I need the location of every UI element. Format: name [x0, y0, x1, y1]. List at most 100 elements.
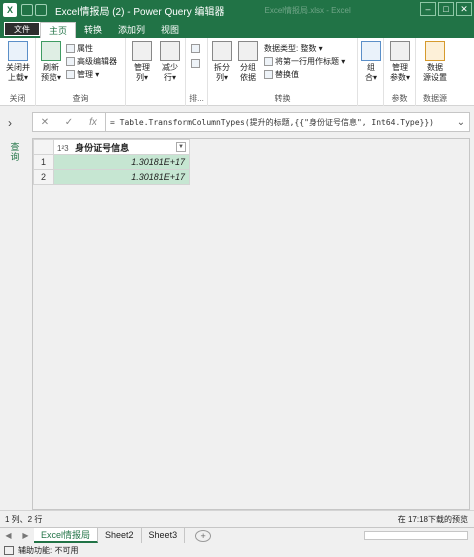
excel-icon: X [3, 3, 17, 17]
maximize-button[interactable]: □ [438, 2, 454, 16]
combine-icon [361, 41, 381, 61]
sort-descending-icon [191, 59, 200, 68]
split-column-button[interactable]: 拆分 列▾ [210, 41, 234, 83]
advanced-editor-icon [66, 57, 75, 66]
data-table: 1²3 身份证号信息 ▼ 1 1.30181E+17 2 1.30181E+17 [33, 139, 190, 185]
expand-formula-icon[interactable]: ⌄ [453, 117, 469, 128]
fx-icon[interactable]: fx [81, 117, 105, 128]
group-label-parameters: 参数 [391, 94, 408, 103]
tab-view[interactable]: 视图 [153, 22, 187, 38]
table-cell[interactable]: 1.30181E+17 [53, 169, 190, 185]
group-parameters: 管理 参数▾ 参数 [384, 38, 416, 106]
expand-queries-chevron-icon[interactable]: › [8, 116, 12, 130]
sheet-prev-icon[interactable]: ◀ [5, 531, 11, 540]
horizontal-scrollbar[interactable] [364, 531, 468, 540]
sheet-tab-sheet3[interactable]: Sheet3 [142, 528, 186, 543]
table-menu-icon[interactable] [33, 139, 54, 155]
cancel-formula-icon[interactable]: ✕ [33, 117, 57, 128]
manage-columns-button[interactable]: 管理 列▾ [129, 41, 155, 83]
quick-access-toolbar [21, 4, 49, 16]
group-by-button[interactable]: 分组 依据 [236, 41, 260, 83]
data-source-icon [425, 41, 445, 61]
group-label-data-source: 数据源 [423, 94, 447, 103]
refresh-preview-button[interactable]: 刷新 预览▾ [39, 41, 63, 83]
row-column-count: 1 列、2 行 [5, 515, 43, 524]
sheet-next-icon[interactable]: ▶ [22, 531, 28, 540]
row-number: 2 [33, 169, 54, 185]
tab-add-column[interactable]: 添加列 [110, 22, 153, 38]
group-label-query: 查询 [72, 94, 89, 103]
close-button[interactable]: ✕ [456, 2, 472, 16]
advanced-editor-button[interactable]: 高级编辑器 [66, 56, 117, 67]
data-type-dropdown[interactable]: 数据类型: 整数 ▾ [264, 43, 323, 54]
qat-save-icon[interactable] [21, 4, 33, 16]
sort-ascending-button[interactable] [191, 43, 202, 54]
ribbon: 关闭并 上载▾ 关闭 刷新 预览▾ 属性 高级编辑器 管理 ▾ 查询 管理 列▾… [0, 38, 474, 106]
manage-columns-icon [132, 41, 152, 61]
file-tab[interactable]: 文件 [4, 22, 40, 36]
table-row: 1 1.30181E+17 [33, 154, 190, 170]
replace-values-button[interactable]: 替换值 [264, 69, 299, 80]
group-columns-rows: 管理 列▾ 减少 行▾ [126, 38, 186, 106]
manage-parameters-button[interactable]: 管理 参数▾ [387, 41, 413, 83]
sheet-navigation: ◀ ▶ [0, 531, 34, 540]
excel-status-bar: 辅助功能: 不可用 [0, 543, 474, 557]
formula-area: › ✕ ✓ fx = Table.TransformColumnTypes(提升… [0, 106, 474, 138]
close-and-load-button[interactable]: 关闭并 上载▾ [4, 41, 32, 83]
window-title: Excel情报局 (2) - Power Query 编辑器 [55, 6, 225, 18]
use-first-row-as-headers-button[interactable]: 将第一行用作标题 ▾ [264, 56, 345, 67]
title-bar: X Excel情报局 (2) - Power Query 编辑器 Excel情报… [0, 0, 474, 20]
group-sort: 排... [186, 38, 208, 106]
close-load-icon [8, 41, 28, 61]
minimize-button[interactable]: – [420, 2, 436, 16]
sort-ascending-icon [191, 44, 200, 53]
formula-divider [105, 113, 106, 131]
manage-query-button[interactable]: 管理 ▾ [66, 69, 99, 80]
formula-input[interactable]: = Table.TransformColumnTypes(提升的标题,{{"身份… [110, 117, 453, 128]
reduce-rows-icon [160, 41, 180, 61]
combine-button[interactable]: 组 合▾ [360, 41, 382, 83]
column-header[interactable]: 1²3 身份证号信息 ▼ [53, 139, 190, 155]
replace-values-icon [264, 70, 273, 79]
refresh-icon [41, 41, 61, 61]
table-cell[interactable]: 1.30181E+17 [53, 154, 190, 170]
background-window-title: Excel情报局.xlsx - Excel [264, 5, 351, 15]
properties-button[interactable]: 属性 [66, 43, 93, 54]
ribbon-tabs: 文件 主页 转换 添加列 视图 [0, 20, 474, 38]
group-by-icon [238, 41, 258, 61]
properties-icon [66, 44, 75, 53]
row-number: 1 [33, 154, 54, 170]
group-query: 刷新 预览▾ 属性 高级编辑器 管理 ▾ 查询 [36, 38, 126, 106]
data-preview-grid: 1²3 身份证号信息 ▼ 1 1.30181E+17 2 1.30181E+17 [32, 138, 470, 510]
tab-transform[interactable]: 转换 [76, 22, 110, 38]
sort-descending-button[interactable] [191, 58, 202, 69]
sheet-tab-excel[interactable]: Excel情报局 [34, 528, 99, 543]
status-bar: 1 列、2 行 在 17:18下载的预览 [0, 510, 474, 527]
manage-icon [66, 70, 75, 79]
commit-formula-icon[interactable]: ✓ [57, 117, 81, 128]
data-source-settings-button[interactable]: 数据 源设置 [420, 41, 450, 83]
group-combine: 组 合▾ [358, 38, 384, 106]
window-controls: – □ ✕ [418, 2, 472, 16]
preview-download-status: 在 17:18下载的预览 [397, 515, 468, 524]
accessibility-status[interactable]: 辅助功能: 不可用 [18, 545, 78, 556]
group-close: 关闭并 上载▾ 关闭 [0, 38, 36, 106]
queries-pane-label: 查询 [10, 142, 20, 162]
sheet-tab-bar: ◀ ▶ Excel情报局 Sheet2 Sheet3 + [0, 527, 474, 543]
group-label-close: 关闭 [9, 94, 26, 103]
first-row-header-icon [264, 57, 273, 66]
accessibility-icon [4, 545, 14, 555]
header-row: 1²3 身份证号信息 ▼ [33, 139, 190, 155]
group-label-transform: 转换 [274, 94, 291, 103]
add-sheet-icon[interactable]: + [195, 529, 212, 542]
tab-home[interactable]: 主页 [40, 22, 77, 38]
formula-bar: ✕ ✓ fx = Table.TransformColumnTypes(提升的标… [32, 112, 470, 132]
qat-undo-icon[interactable] [35, 4, 47, 16]
queries-pane-collapsed[interactable]: 查询 [0, 138, 30, 510]
parameters-icon [390, 41, 410, 61]
column-filter-dropdown-icon[interactable]: ▼ [176, 141, 186, 152]
sheet-tab-sheet2[interactable]: Sheet2 [98, 528, 142, 543]
column-type-icon[interactable]: 1²3 [57, 144, 69, 153]
column-name: 身份证号信息 [75, 142, 130, 153]
reduce-rows-button[interactable]: 减少 行▾ [157, 41, 183, 83]
